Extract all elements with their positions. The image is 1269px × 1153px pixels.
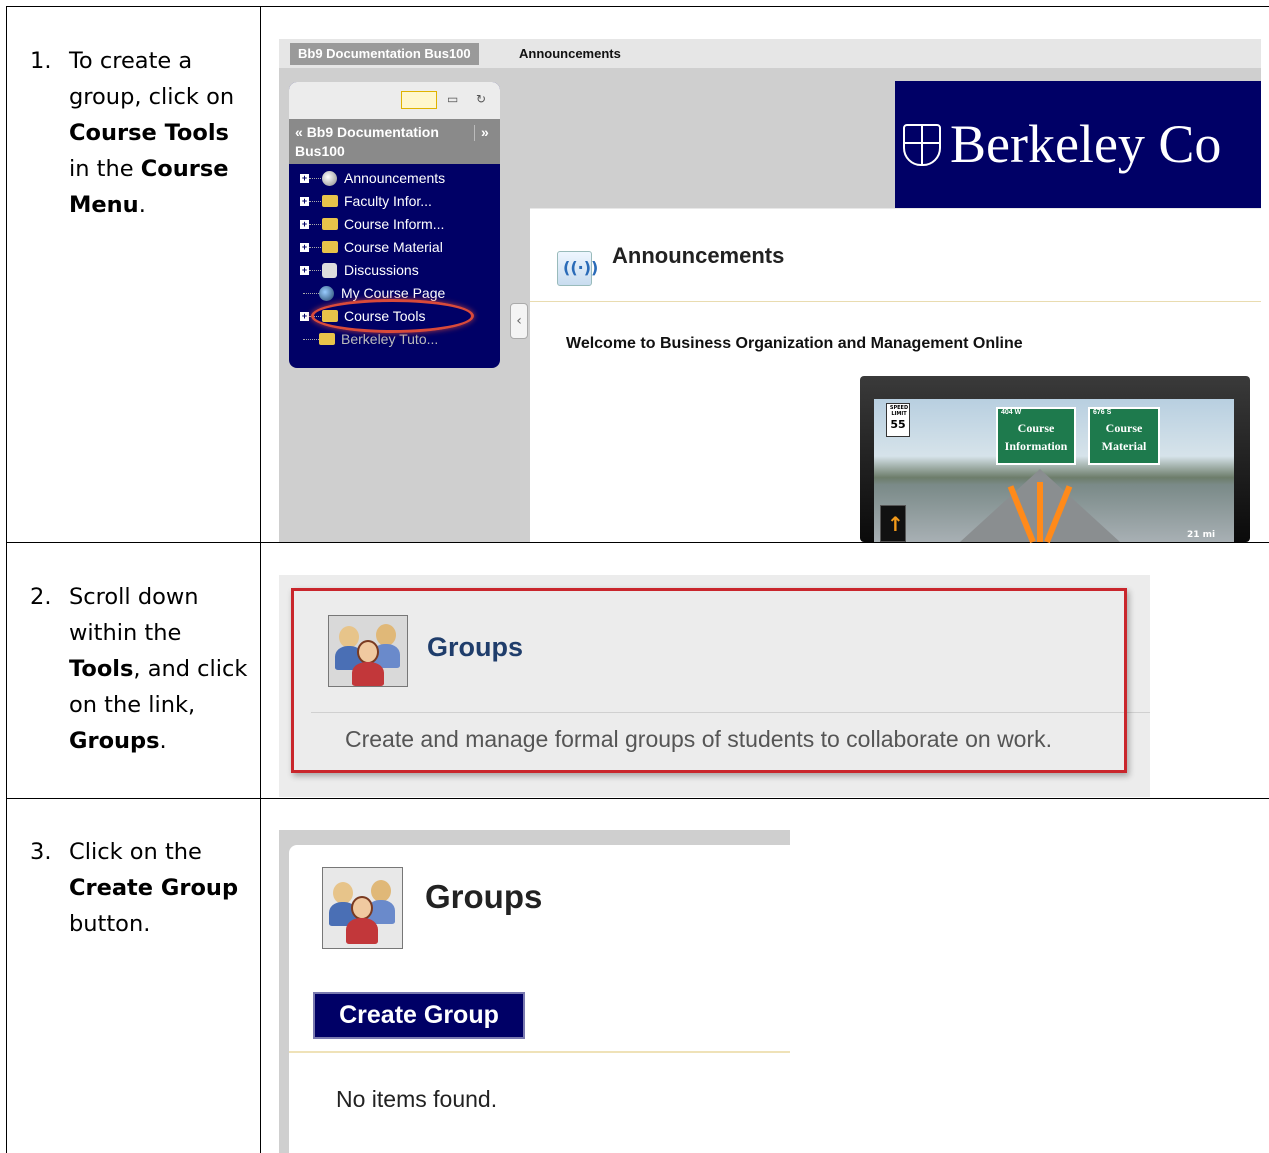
course-menu-item-faculty[interactable]: + Faculty Infor...: [289, 190, 500, 213]
step-text: Click on the Create Group button.: [69, 839, 239, 937]
course-menu-header: « Bb9 Documentation Bus100 »: [289, 119, 500, 164]
collapse-menu-button[interactable]: ‹: [510, 303, 528, 339]
chevron-double-up-icon[interactable]: «: [295, 124, 303, 140]
highway-sign-course-material: 676 S Course Material: [1088, 407, 1160, 465]
folder-icon: [322, 195, 338, 207]
course-title-line1: Bb9 Documentation: [306, 124, 439, 140]
announcements-icon: ((·)): [557, 251, 598, 286]
chevron-double-right-icon[interactable]: »: [481, 124, 489, 140]
breadcrumb: Bb9 Documentation Bus100 Announcements: [279, 39, 1261, 68]
folder-icon: [322, 218, 338, 230]
globe-icon: [322, 171, 337, 186]
speed-limit-sign: SPEED LIMIT 55: [886, 403, 910, 437]
course-menu-toolbar: ▭ ↻: [289, 82, 500, 119]
step-number: 2.: [30, 584, 52, 610]
lane-arrow: [1037, 482, 1043, 542]
row-divider: [6, 542, 1269, 543]
expand-icon[interactable]: +: [300, 174, 309, 183]
step-number: 3.: [30, 839, 52, 865]
course-menu-item-discussions[interactable]: + Discussions: [289, 259, 500, 282]
expand-icon[interactable]: +: [300, 266, 309, 275]
banner-text: Berkeley Co: [950, 114, 1222, 174]
title-divider: [530, 301, 1261, 302]
table-border-left: [6, 6, 7, 1153]
step-number: 1.: [30, 48, 52, 74]
empty-state-message: No items found.: [336, 1086, 498, 1112]
table-border-top: [6, 6, 1269, 7]
college-seal-logo: [903, 124, 941, 166]
expand-icon[interactable]: +: [300, 197, 309, 206]
groups-icon: [322, 867, 403, 949]
step-text: To create a group, click on Course Tools…: [69, 48, 235, 218]
folder-icon: [319, 333, 335, 345]
step-text: Scroll down within the Tools, and click …: [69, 584, 248, 754]
refresh-icon[interactable]: ↻: [476, 92, 486, 106]
page-title: Groups: [425, 878, 543, 915]
course-title-line2: Bus100: [295, 143, 345, 159]
highlight-box: [291, 588, 1127, 773]
folder-icon: [322, 241, 338, 253]
expand-icon[interactable]: +: [300, 312, 309, 321]
highway-sign-course-information: 404 W Course Information: [996, 407, 1076, 465]
column-divider: [260, 6, 261, 1153]
expand-icon[interactable]: +: [300, 220, 309, 229]
expand-icon[interactable]: +: [300, 243, 309, 252]
breadcrumb-course[interactable]: Bb9 Documentation Bus100: [290, 43, 479, 65]
window-icon[interactable]: ▭: [447, 92, 458, 106]
divider: [289, 1051, 790, 1053]
breadcrumb-current: Announcements: [519, 46, 621, 61]
course-menu-item-course-material[interactable]: + Course Material: [289, 236, 500, 259]
distance-readout: 21 mi: [1187, 530, 1216, 540]
welcome-heading: Welcome to Business Organization and Man…: [566, 335, 1023, 352]
folder-view-button[interactable]: [401, 91, 437, 109]
content-title: Announcements: [612, 243, 785, 268]
create-group-button[interactable]: Create Group: [313, 992, 525, 1039]
course-menu-item-announcements[interactable]: + Announcements: [289, 167, 500, 190]
course-menu-item-course-info[interactable]: + Course Inform...: [289, 213, 500, 236]
globe-icon: [319, 286, 334, 301]
highlight-ellipse: [311, 299, 474, 333]
turn-arrow-icon: ↑: [880, 505, 906, 542]
discussion-icon: [322, 263, 337, 278]
row-divider: [6, 798, 1269, 799]
